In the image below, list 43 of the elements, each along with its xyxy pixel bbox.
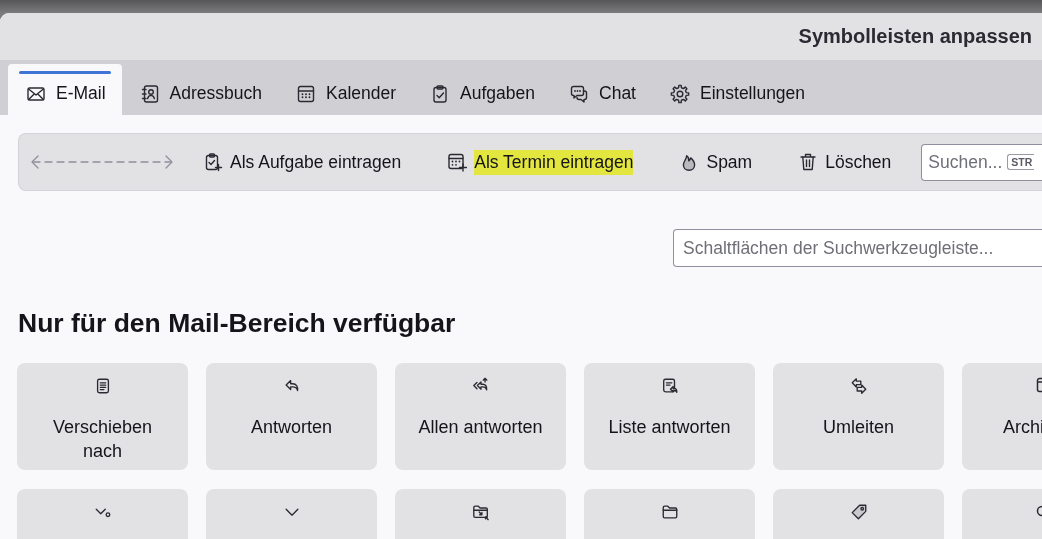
address-book-icon [139, 83, 160, 104]
document-arrow-icon [660, 377, 679, 395]
chat-bubbles-icon [569, 83, 589, 104]
tile-button[interactable]: Liste antworten [584, 363, 755, 470]
shortcut-key: STR [1007, 154, 1035, 170]
toolbar-button[interactable]: Spam [663, 145, 769, 179]
tile-button[interactable] [395, 489, 566, 539]
tab[interactable]: Chat [551, 64, 652, 115]
tile-button[interactable]: Allen antworten [395, 363, 566, 470]
tile-button[interactable]: Archi [962, 363, 1042, 470]
tile-button[interactable] [773, 489, 944, 539]
tab[interactable]: Adressbuch [121, 64, 278, 115]
tile-button[interactable]: Umleiten [773, 363, 944, 470]
calendar-icon [296, 83, 316, 104]
tag-icon [849, 503, 868, 521]
gear-icon [670, 83, 690, 104]
calendar-plus-icon [447, 152, 468, 172]
dashed-double-arrow-icon [31, 155, 173, 169]
folder-icon [660, 503, 679, 521]
folder-arrow-icon [471, 503, 490, 521]
ring-edge-icon [1036, 503, 1042, 519]
tile-button[interactable] [962, 489, 1042, 539]
tile-button[interactable]: Verschieben nach [17, 363, 188, 470]
tab[interactable]: E-Mail [8, 64, 122, 115]
toolbar-button[interactable]: Löschen [782, 145, 908, 179]
trash-icon [798, 152, 819, 172]
toolbar-button[interactable]: Als Termin eintragen [431, 143, 650, 181]
tab[interactable]: Kalender [278, 64, 413, 115]
window-title: Symbolleisten anpassen [798, 25, 1032, 48]
search-box[interactable]: Suchen... STR [921, 143, 1042, 181]
tile-button[interactable] [206, 489, 377, 539]
tile-button[interactable]: Antworten [206, 363, 377, 470]
search-input[interactable]: Suchen... [928, 151, 1004, 173]
tab[interactable]: Einstellungen [652, 64, 822, 115]
two-arrows-icon [849, 377, 868, 395]
clipboard-plus-icon [203, 152, 223, 172]
box-edge-icon [1036, 377, 1042, 393]
search-field[interactable]: Schaltflächen der Suchwerkzeugleiste... [673, 229, 1042, 267]
tile-button[interactable] [17, 489, 188, 539]
tile-button[interactable] [584, 489, 755, 539]
toolbar-button[interactable]: Als Aufgabe eintragen [187, 145, 418, 179]
tab[interactable]: Aufgaben [412, 64, 551, 115]
section-heading: Nur für den Mail-Bereich verfügbar [18, 307, 456, 339]
